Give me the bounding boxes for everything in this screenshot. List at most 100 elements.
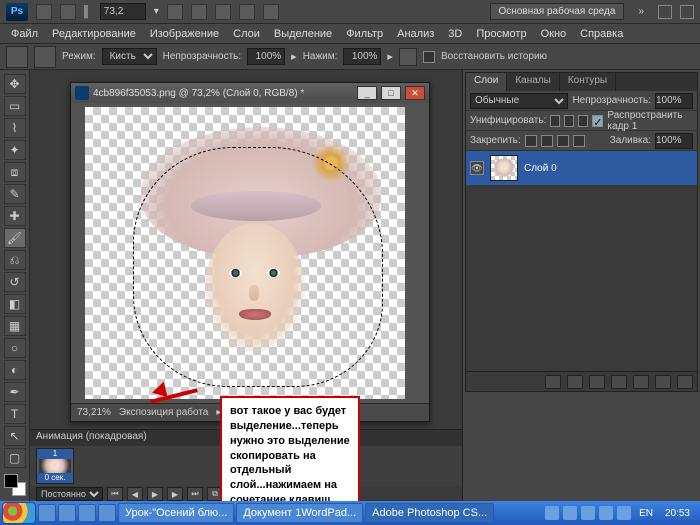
layer-name[interactable]: Слой 0 [524,163,557,174]
tray-icon[interactable] [563,506,577,520]
start-button[interactable] [2,502,36,524]
mode-select[interactable]: Кисть [102,48,157,65]
quicklaunch-icon[interactable] [78,504,96,522]
quicklaunch-icon[interactable] [38,504,56,522]
document-titlebar[interactable]: 4cb896f35053.png @ 73,2% (Слой 0, RGB/8)… [71,83,429,103]
quicklaunch-icon[interactable] [58,504,76,522]
tray-icon[interactable] [599,506,613,520]
eraser-tool[interactable]: ◧ [4,294,26,314]
unify-pos-icon[interactable] [550,115,560,127]
menu-edit[interactable]: Редактирование [45,28,143,40]
zoom-icon[interactable] [191,4,207,20]
taskbar-item[interactable]: Документ 1WordPad... [236,503,363,523]
frame-delay[interactable]: 0 сек. [37,473,73,483]
trash-icon[interactable] [677,375,693,389]
lock-pixels-icon[interactable] [541,135,553,147]
menu-image[interactable]: Изображение [143,28,226,40]
lock-pos-icon[interactable] [557,135,569,147]
crop-tool[interactable]: ⧈ [4,162,26,182]
shape-tool[interactable]: ▢ [4,448,26,468]
canvas-viewport[interactable] [71,103,429,403]
clock[interactable]: 20:53 [661,508,694,519]
screen-mode-icon[interactable] [263,4,279,20]
taskbar-item[interactable]: Урок-"Осений блю... [118,503,234,523]
loop-select[interactable]: Постоянно [36,487,103,501]
doc-maximize-icon[interactable]: □ [381,86,401,100]
gradient-tool[interactable]: ▦ [4,316,26,336]
zoom-field[interactable] [100,3,146,20]
rotate-icon[interactable] [215,4,231,20]
heal-tool[interactable]: ✚ [4,206,26,226]
hand-icon[interactable] [167,4,183,20]
layer-thumbnail[interactable] [490,155,518,181]
marquee-tool[interactable]: ▭ [4,96,26,116]
propagate-checkbox[interactable]: ✓ [592,115,603,127]
tray-icon[interactable] [545,506,559,520]
menu-select[interactable]: Выделение [267,28,339,40]
unify-style-icon[interactable] [578,115,588,127]
restore-checkbox[interactable] [423,51,435,63]
brush-tool[interactable]: 🖌 [4,228,26,248]
layer-row[interactable]: 👁 Слой 0 [466,151,697,185]
opacity-input[interactable] [247,48,285,65]
menu-window[interactable]: Окно [534,28,574,40]
bridge-icon[interactable] [36,4,52,20]
lock-all-icon[interactable] [573,135,585,147]
menu-help[interactable]: Справка [573,28,630,40]
lock-trans-icon[interactable] [525,135,537,147]
tab-paths[interactable]: Контуры [560,73,616,91]
pen-tool[interactable]: ✒ [4,382,26,402]
menu-analysis[interactable]: Анализ [390,28,441,40]
canvas[interactable] [85,107,405,399]
path-tool[interactable]: ↖ [4,426,26,446]
view-extras-icon[interactable] [60,4,76,20]
move-tool[interactable]: ✥ [4,74,26,94]
maximize-icon[interactable] [680,5,694,19]
minimize-icon[interactable] [658,5,672,19]
prev-frame-icon[interactable]: ◀ [127,487,143,501]
first-frame-icon[interactable]: ⏮ [107,487,123,501]
type-tool[interactable]: T [4,404,26,424]
brush-preset-icon[interactable] [34,46,56,68]
fill-input[interactable] [655,133,693,149]
doc-minimize-icon[interactable]: _ [357,86,377,100]
menu-file[interactable]: Файл [4,28,45,40]
menu-3d[interactable]: 3D [441,28,469,40]
group-icon[interactable] [633,375,649,389]
tray-icon[interactable] [581,506,595,520]
language-indicator[interactable]: EN [635,508,657,519]
lasso-tool[interactable]: ⌇ [4,118,26,138]
adjustment-icon[interactable] [611,375,627,389]
link-icon[interactable] [545,375,561,389]
menu-layer[interactable]: Слои [226,28,267,40]
last-frame-icon[interactable]: ⏭ [187,487,203,501]
dodge-tool[interactable]: ◐ [4,360,26,380]
tray-icon[interactable] [617,506,631,520]
new-layer-icon[interactable] [655,375,671,389]
eyedropper-tool[interactable]: ✎ [4,184,26,204]
doc-close-icon[interactable]: ✕ [405,86,425,100]
taskbar-item[interactable]: Adobe Photoshop CS... [365,503,494,523]
fx-icon[interactable] [567,375,583,389]
quicklaunch-icon[interactable] [98,504,116,522]
mask-icon[interactable] [589,375,605,389]
play-icon[interactable]: ▶ [147,487,163,501]
blur-tool[interactable]: ○ [4,338,26,358]
blend-mode-select[interactable]: Обычные [470,93,568,109]
expand-icon[interactable]: » [632,6,650,17]
wand-tool[interactable]: ✦ [4,140,26,160]
flow-input[interactable] [343,48,381,65]
tab-layers[interactable]: Слои [466,73,507,91]
menu-view[interactable]: Просмотр [469,28,533,40]
workspace-switcher[interactable]: Основная рабочая среда [490,3,625,20]
animation-frame[interactable]: 1 0 сек. [36,448,74,484]
tab-channels[interactable]: Каналы [507,73,560,91]
unify-vis-icon[interactable] [564,115,574,127]
airbrush-icon[interactable] [399,48,417,66]
arrange-icon[interactable] [239,4,255,20]
tool-preset-icon[interactable] [6,46,28,68]
layer-opacity-input[interactable] [655,93,693,109]
next-frame-icon[interactable]: ▶ [167,487,183,501]
history-brush-tool[interactable]: ↺ [4,272,26,292]
color-swatches[interactable] [4,474,26,496]
